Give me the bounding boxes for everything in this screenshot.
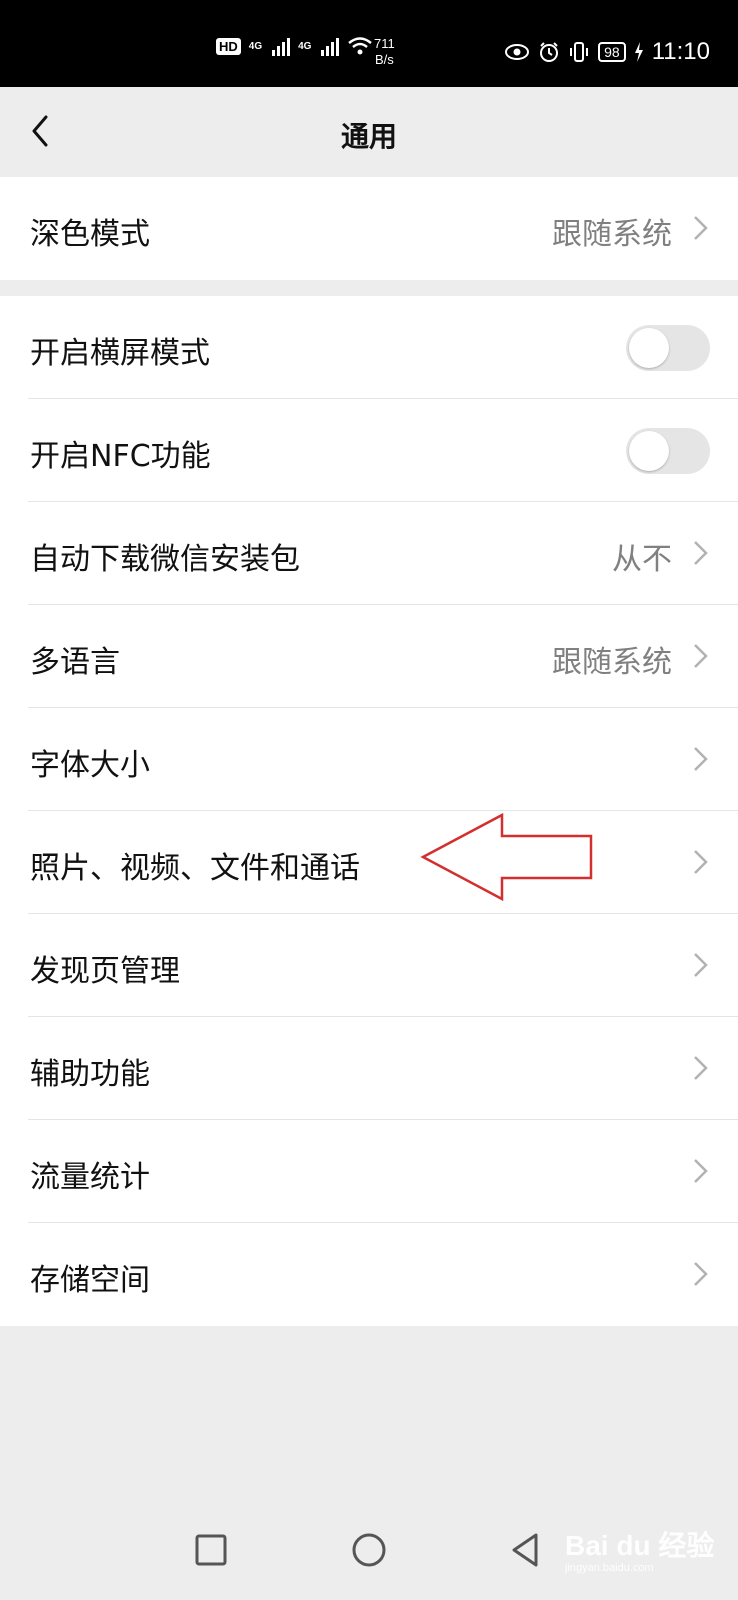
watermark-brand: Bai du 经验: [565, 1530, 715, 1561]
chevron-right-icon: [694, 1262, 708, 1286]
setting-nfc: 开启NFC功能: [0, 399, 738, 502]
toggle-knob: [629, 431, 669, 471]
nav-bar: 通用: [0, 87, 738, 177]
setting-font-size[interactable]: 字体大小: [0, 708, 738, 811]
setting-accessibility[interactable]: 辅助功能: [0, 1017, 738, 1120]
setting-auto-download[interactable]: 自动下载微信安装包 从不: [0, 502, 738, 605]
alarm-icon: [540, 42, 559, 62]
toggle-knob: [629, 328, 669, 368]
clock: 11:10: [651, 38, 710, 65]
chevron-right-icon: [694, 1159, 708, 1183]
settings-group-display: 深色模式 跟随系统: [0, 177, 738, 280]
chevron-right-icon: [694, 541, 708, 565]
setting-label: 深色模式: [30, 217, 150, 252]
signal-icon-2: [321, 36, 340, 56]
network-speed: 711 B/s: [374, 36, 395, 68]
watermark-url: jingyan.baidu.com: [565, 1562, 654, 1574]
signal-icon-1: [272, 36, 291, 56]
setting-data-usage[interactable]: 流量统计: [0, 1120, 738, 1223]
eye-icon: [505, 44, 530, 60]
setting-dark-mode[interactable]: 深色模式 跟随系统: [0, 177, 738, 280]
setting-label: 多语言: [30, 645, 120, 680]
recent-apps-icon[interactable]: [191, 1530, 231, 1570]
setting-label: 辅助功能: [30, 1057, 150, 1092]
setting-media-files-calls[interactable]: 照片、视频、文件和通话: [0, 811, 738, 914]
chevron-right-icon: [694, 747, 708, 771]
status-right: 98 11:10: [504, 38, 710, 66]
setting-language[interactable]: 多语言 跟随系统: [0, 605, 738, 708]
landscape-toggle[interactable]: [626, 325, 710, 371]
setting-value: 跟随系统: [552, 217, 672, 252]
wifi-icon: [348, 37, 373, 55]
setting-label: 开启NFC功能: [30, 439, 211, 474]
settings-group-general: 开启横屏模式 开启NFC功能 自动下载微信安装包 从不 多语言 跟随系统 字体大…: [0, 296, 738, 1326]
chevron-right-icon: [694, 850, 708, 874]
setting-label: 字体大小: [30, 748, 150, 783]
setting-storage[interactable]: 存储空间: [0, 1223, 738, 1326]
chevron-right-icon: [694, 216, 708, 240]
status-bar: HD 4G 4G 711 B/s 98 11:10: [0, 0, 738, 87]
battery-indicator: 98: [598, 42, 626, 62]
setting-label: 照片、视频、文件和通话: [30, 851, 360, 886]
setting-value: 跟随系统: [552, 645, 672, 680]
speed-unit: B/s: [374, 52, 394, 67]
charging-icon: [634, 42, 643, 62]
home-icon[interactable]: [349, 1530, 389, 1570]
chevron-right-icon: [694, 644, 708, 668]
setting-landscape-mode: 开启横屏模式: [0, 296, 738, 399]
chevron-right-icon: [694, 1056, 708, 1080]
nfc-toggle[interactable]: [626, 428, 710, 474]
setting-value: 从不: [612, 542, 672, 577]
setting-label: 存储空间: [30, 1263, 150, 1298]
watermark-logo: Bai du 经验 jingyan.baidu.com: [565, 1524, 714, 1574]
status-left: HD 4G 4G: [216, 36, 373, 56]
back-triangle-icon[interactable]: [506, 1530, 546, 1570]
hd-badge: HD: [216, 37, 241, 55]
setting-label: 开启横屏模式: [30, 336, 210, 371]
setting-label: 发现页管理: [30, 954, 180, 989]
setting-discover-management[interactable]: 发现页管理: [0, 914, 738, 1017]
network-type-2: 4G: [298, 40, 312, 52]
speed-value: 711: [374, 36, 395, 51]
setting-label: 自动下载微信安装包: [30, 542, 300, 577]
setting-label: 流量统计: [30, 1160, 150, 1195]
annotation-arrow-icon: [420, 812, 593, 902]
network-type-1: 4G: [248, 40, 263, 52]
page-title: 通用: [340, 120, 397, 153]
vibrate-icon: [570, 42, 589, 62]
chevron-right-icon: [694, 953, 708, 977]
